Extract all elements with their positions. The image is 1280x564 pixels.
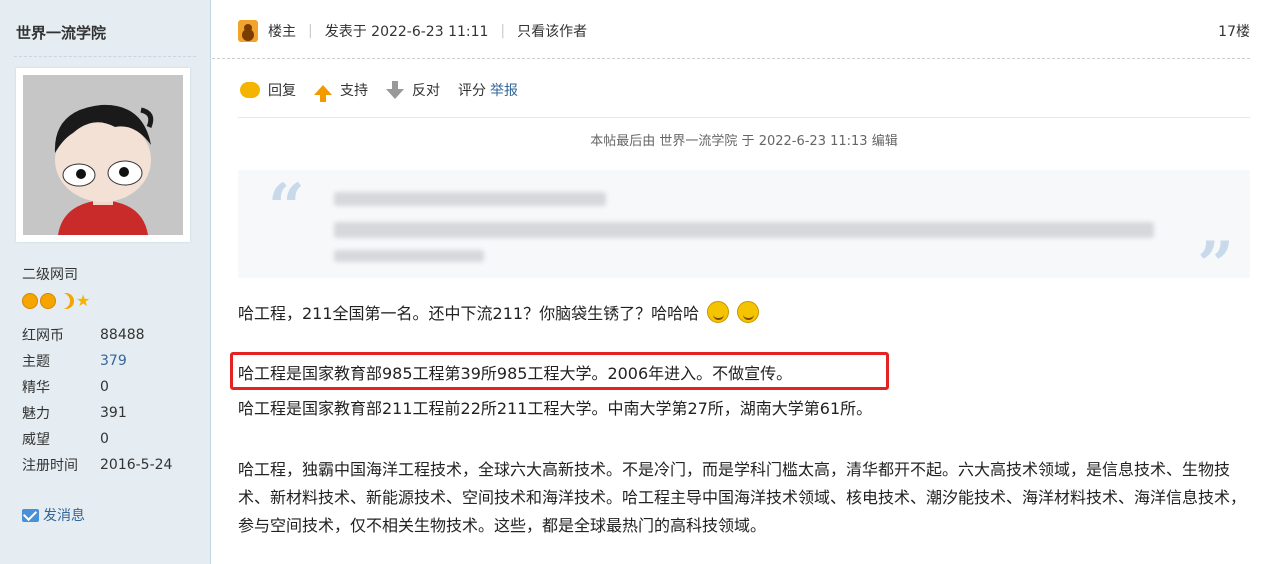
reply-icon [240,82,260,98]
floor-number[interactable]: 17楼 [1218,21,1250,41]
send-message-label: 发消息 [43,508,85,524]
stat-row: 红网币 88488 [22,322,172,348]
oppose-button[interactable]: 反对 [386,80,440,100]
divider [238,117,1250,118]
user-sidebar: 世界一流学院 二级网司 ★ 红网币 88488 主题 379 精华 0 魅力 3… [0,0,211,564]
star-icon: ★ [76,291,91,310]
author-badge-icon [238,20,258,42]
support-button[interactable]: 支持 [314,80,368,102]
report-link[interactable]: 举报 [490,80,518,100]
stat-row: 精华 0 [22,374,172,400]
edited-note: 本帖最后由 世界一流学院 于 2022-6-23 11:13 编辑 [590,134,898,149]
stat-label: 威望 [22,432,50,448]
avatar[interactable] [16,68,190,242]
blurred-text [334,250,484,262]
post-date: 发表于 2022-6-23 11:11 [324,24,489,40]
blurred-text [334,192,606,206]
oppose-label: 反对 [412,83,440,99]
sun-icon [40,293,56,309]
reply-label: 回复 [268,83,296,99]
stat-row: 威望 0 [22,426,172,452]
post-header: 楼主 | 发表于 2022-6-23 11:11 | 只看该作者 17楼 [238,16,1250,46]
stat-value: 88488 [100,327,145,343]
post-actions: 回复 支持 反对 评分 举报 [240,80,518,102]
stat-label: 注册时间 [22,458,78,474]
reply-button[interactable]: 回复 [240,80,296,100]
user-level: 二级网司 [22,267,78,283]
mail-icon [22,508,39,522]
post-text: 哈工程，211全国第一名。还中下流211？你脑袋生锈了？哈哈哈 [238,304,700,323]
stat-label: 魅力 [22,406,50,422]
moon-icon [58,293,74,309]
grin-emoji-icon [737,301,760,323]
thumb-down-icon [386,81,404,99]
open-quote-icon: “ [268,170,305,245]
avatar-image [23,75,183,235]
post-line-2: 哈工程是国家教育部985工程第39所985工程大学。2006年进入。不做宣传。 [238,364,793,383]
level-icons: ★ [22,293,90,309]
stat-value: 391 [100,405,127,421]
post-paragraph: 哈工程，独霸中国海洋工程技术，全球六大高新技术。不是冷门，而是学科门槛太高，清华… [238,460,1247,535]
stat-row: 主题 379 [22,348,172,374]
smile-emoji-icon [707,301,730,323]
thumb-up-icon [314,85,332,102]
support-label: 支持 [340,83,368,99]
only-author-link[interactable]: 只看该作者 [517,21,587,41]
stat-label: 精华 [22,380,50,396]
stat-row: 注册时间 2016-5-24 [22,452,172,478]
stat-value: 0 [100,431,109,447]
separator: | [308,23,313,39]
author-label: 楼主 [268,24,296,40]
post-line-1: 哈工程，211全国第一名。还中下流211？你脑袋生锈了？哈哈哈 [238,300,1250,324]
blurred-text [334,222,1154,238]
post-line-3: 哈工程是国家教育部211工程前22所211工程大学。中南大学第27所，湖南大学第… [238,399,873,418]
stat-label: 主题 [22,354,50,370]
post-main: 楼主 | 发表于 2022-6-23 11:11 | 只看该作者 17楼 回复 … [212,0,1280,564]
rate-button[interactable]: 评分 [458,80,486,100]
divider [212,58,1250,59]
divider [14,56,196,57]
sun-icon [22,293,38,309]
user-stats: 红网币 88488 主题 379 精华 0 魅力 391 威望 0 注册时间 2016-5-… [22,322,172,478]
stat-value: 2016-5-24 [100,457,173,473]
quote-block: “ ” [238,170,1250,303]
separator: | [500,23,506,39]
username[interactable]: 世界一流学院 [16,22,106,43]
close-quote-icon: ” [1197,228,1234,303]
stat-value-link[interactable]: 379 [100,353,127,369]
stat-value: 0 [100,379,109,395]
stat-row: 魅力 391 [22,400,172,426]
send-message-link[interactable]: 发消息 [22,505,85,525]
stat-label: 红网币 [22,328,64,344]
